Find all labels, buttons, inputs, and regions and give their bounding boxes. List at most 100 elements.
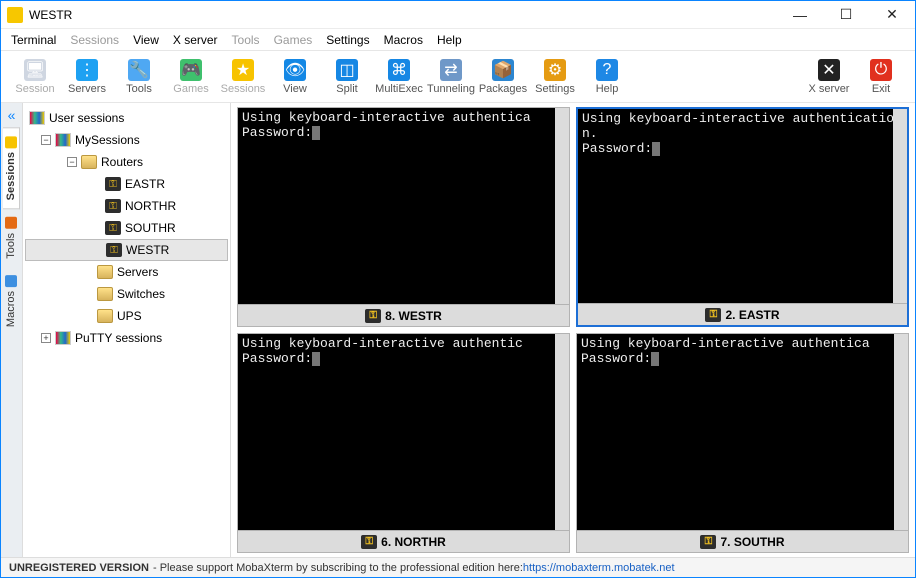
toolbar-split[interactable]: ◫Split xyxy=(321,59,373,95)
terminal-pane-7-southr[interactable]: Using keyboard-interactive authentica Pa… xyxy=(576,333,909,553)
close-button[interactable]: ✕ xyxy=(869,1,915,29)
tree-label: EASTR xyxy=(125,177,165,191)
toolbar-tools[interactable]: 🔧 Tools xyxy=(113,59,165,95)
status-text: - Please support MobaXterm by subscribin… xyxy=(153,562,523,574)
terminal-tab[interactable]: ⚿6. NORTHR xyxy=(238,530,569,552)
tree-folder-ups[interactable]: UPS xyxy=(25,305,228,327)
sidetab-tools[interactable]: Tools xyxy=(3,209,19,267)
menu-games[interactable]: Games xyxy=(274,33,313,47)
tools-icon: 🔧 xyxy=(128,59,150,81)
expand-icon[interactable]: + xyxy=(41,333,51,343)
tree-folder-switches[interactable]: Switches xyxy=(25,283,228,305)
scrollbar[interactable] xyxy=(555,334,569,530)
sessions-icon: ★ xyxy=(232,59,254,81)
status-link[interactable]: https://mobaxterm.mobatek.net xyxy=(523,562,675,574)
tree-session-westr[interactable]: ⚿WESTR xyxy=(25,239,228,261)
tree-putty[interactable]: + PuTTY sessions xyxy=(25,327,228,349)
menu-macros[interactable]: Macros xyxy=(384,33,423,47)
macros-icon xyxy=(5,275,17,287)
toolbar-label: Sessions xyxy=(221,83,266,95)
terminal-output[interactable]: Using keyboard-interactive authentic Pas… xyxy=(238,334,569,530)
tree-label: Switches xyxy=(117,287,165,301)
terminal-tab[interactable]: ⚿2. EASTR xyxy=(578,303,907,325)
folder-icon xyxy=(81,155,97,169)
sessions-icon xyxy=(55,331,71,345)
toolbar-multiexec[interactable]: ⌘MultiExec xyxy=(373,59,425,95)
terminal-pane-8-westr[interactable]: Using keyboard-interactive authentica Pa… xyxy=(237,107,570,327)
toolbar-x server[interactable]: ✕X server xyxy=(803,59,855,95)
terminal-tab[interactable]: ⚿7. SOUTHR xyxy=(577,530,908,552)
toolbar-label: Servers xyxy=(68,83,106,95)
key-icon: ⚿ xyxy=(105,177,121,191)
menu-view[interactable]: View xyxy=(133,33,159,47)
terminal-output[interactable]: Using keyboard-interactive authentica Pa… xyxy=(577,334,908,530)
terminal-output[interactable]: Using keyboard-interactive authenticatio… xyxy=(578,109,907,303)
toolbar-tunneling[interactable]: ⇄Tunneling xyxy=(425,59,477,95)
toolbar-packages[interactable]: 📦Packages xyxy=(477,59,529,95)
sidetab-macros[interactable]: Macros xyxy=(3,267,19,335)
menu-terminal[interactable]: Terminal xyxy=(11,33,56,47)
folder-icon xyxy=(97,265,113,279)
tree-mysessions[interactable]: − MySessions xyxy=(25,129,228,151)
menu-tools[interactable]: Tools xyxy=(232,33,260,47)
collapse-icon[interactable]: − xyxy=(41,135,51,145)
menu-settings[interactable]: Settings xyxy=(326,33,369,47)
games-icon: 🎮 xyxy=(180,59,202,81)
toolbar-label: Tools xyxy=(126,83,152,95)
minimize-button[interactable]: — xyxy=(777,1,823,29)
tree-label: Routers xyxy=(101,155,143,169)
toolbar-view[interactable]: 👁View xyxy=(269,59,321,95)
scrollbar[interactable] xyxy=(555,108,569,304)
tree-session-eastr[interactable]: ⚿ EASTR xyxy=(25,173,228,195)
terminal-tab-label: 7. SOUTHR xyxy=(720,535,784,549)
tree-label: MySessions xyxy=(75,133,140,147)
key-icon: ⚿ xyxy=(705,308,721,322)
toolbar-settings[interactable]: ⚙Settings xyxy=(529,59,581,95)
toolbar-session[interactable]: 🖥Session xyxy=(9,59,61,95)
maximize-button[interactable]: ☐ xyxy=(823,1,869,29)
sessions-icon xyxy=(55,133,71,147)
menu-help[interactable]: Help xyxy=(437,33,462,47)
menu-sessions[interactable]: Sessions xyxy=(70,33,119,47)
toolbar-games[interactable]: 🎮Games xyxy=(165,59,217,95)
scrollbar[interactable] xyxy=(894,334,908,530)
terminal-pane-2-eastr[interactable]: Using keyboard-interactive authenticatio… xyxy=(576,107,909,327)
collapse-icon[interactable]: − xyxy=(67,157,77,167)
toolbar-servers[interactable]: ⋮Servers xyxy=(61,59,113,95)
toolbar-label: Help xyxy=(596,83,619,95)
tree-folder-servers[interactable]: Servers xyxy=(25,261,228,283)
scrollbar[interactable] xyxy=(893,109,907,303)
toolbar-help[interactable]: ? Help xyxy=(581,59,633,95)
tree-routers[interactable]: − Routers xyxy=(25,151,228,173)
multiexec-icon: ⌘ xyxy=(388,59,410,81)
tree-label: Servers xyxy=(117,265,158,279)
tunneling-icon: ⇄ xyxy=(440,59,462,81)
help-icon: ? xyxy=(596,59,618,81)
tree-label: NORTHR xyxy=(125,199,176,213)
tree-session-southr[interactable]: ⚿SOUTHR xyxy=(25,217,228,239)
tree-session-northr[interactable]: ⚿NORTHR xyxy=(25,195,228,217)
sidetab-label: Tools xyxy=(5,233,17,259)
toolbar: 🖥Session⋮Servers 🔧 Tools 🎮Games ★ Sessions👁Vi… xyxy=(1,51,915,103)
toolbar-exit[interactable]: ⏻Exit xyxy=(855,59,907,95)
tree-label: SOUTHR xyxy=(125,221,176,235)
sidetab-sessions[interactable]: Sessions xyxy=(3,127,20,209)
menubar: Terminal Sessions View X server Tools Games Se… xyxy=(1,29,915,51)
terminal-tab[interactable]: ⚿8. WESTR xyxy=(238,304,569,326)
sessions-icon xyxy=(5,136,17,148)
cursor-icon xyxy=(312,352,320,366)
toolbar-sessions[interactable]: ★ Sessions xyxy=(217,59,269,95)
split-icon: ◫ xyxy=(336,59,358,81)
tree-label: User sessions xyxy=(49,111,124,125)
key-icon: ⚿ xyxy=(361,535,377,549)
toolbar-label: View xyxy=(283,83,307,95)
terminal-output[interactable]: Using keyboard-interactive authentica Pa… xyxy=(238,108,569,304)
key-icon: ⚿ xyxy=(106,243,122,257)
collapse-sidebar-icon[interactable]: « xyxy=(8,107,16,123)
terminal-pane-6-northr[interactable]: Using keyboard-interactive authentic Pas… xyxy=(237,333,570,553)
tree-root[interactable]: User sessions xyxy=(25,107,228,129)
menu-x-server[interactable]: X server xyxy=(173,33,218,47)
key-icon: ⚿ xyxy=(365,309,381,323)
status-bar: UNREGISTERED VERSION - Please support Mo… xyxy=(1,557,915,577)
sessions-tree[interactable]: User sessions − MySessions − Routers ⚿ EA… xyxy=(23,103,231,557)
